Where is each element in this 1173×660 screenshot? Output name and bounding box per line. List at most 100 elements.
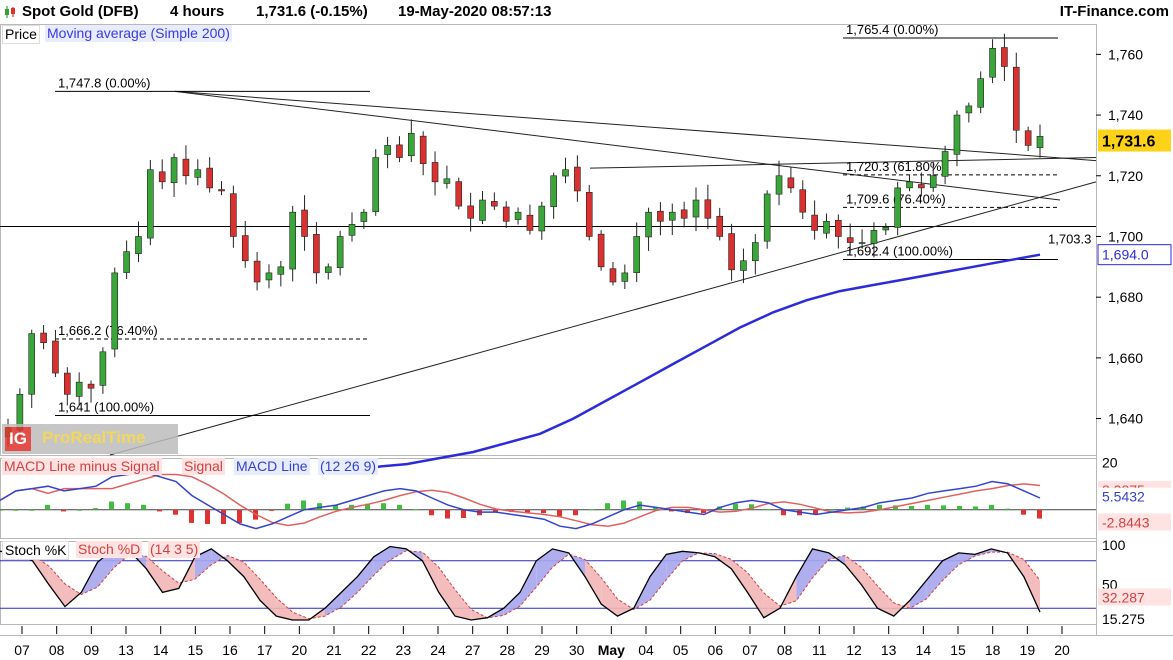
date-tick-label: 17 [257, 642, 273, 658]
stoch-params: (14 3 5) [148, 541, 201, 558]
stoch-fill [666, 551, 683, 580]
date-tick-label: 18 [985, 642, 1001, 658]
date-tick-label: 11 [812, 642, 827, 658]
candle-up [752, 242, 759, 262]
macd-hist-bar-pos [605, 503, 610, 510]
date-tick-label: 19 [1020, 642, 1036, 658]
timeframe-label: 4 hours [170, 3, 225, 20]
stoch-fill [650, 554, 667, 601]
candle-up [633, 236, 640, 273]
candle-down [431, 162, 439, 183]
stoch-tick-label: 100 [1102, 537, 1126, 553]
macd-hist-bar-pos [989, 504, 994, 510]
candle-down [574, 166, 581, 192]
macd-hist-bar-pos [957, 505, 962, 510]
candle-up [989, 47, 996, 78]
macd-hist-bar-neg [221, 509, 226, 525]
candle-up [941, 151, 949, 177]
stoch-fill [1023, 559, 1040, 613]
macd-hist-value: -2.8443 [1102, 514, 1150, 530]
date-tick-label: 08 [49, 642, 65, 658]
macd-hist-bar-pos [909, 505, 914, 510]
candle-up [384, 145, 391, 155]
date-tick-label: 05 [673, 642, 689, 658]
date-tick-label: 16 [222, 642, 238, 658]
stoch-fill [260, 579, 277, 617]
date-tick-label: 15 [950, 642, 966, 658]
macd-signal-legend[interactable]: Signal [182, 458, 225, 475]
date-tick-label: 24 [430, 642, 446, 658]
prorealtime-logo: IG ProRealTime [2, 424, 178, 454]
pennant-top-line [589, 157, 1097, 169]
price-tick-label: 1,720 [1108, 168, 1143, 184]
candle-up [111, 272, 119, 350]
stoch-fill [796, 548, 813, 601]
stoch-k-legend[interactable]: Stoch %K [2, 541, 70, 560]
date-tick-label: 28 [500, 642, 516, 658]
price-tick-label: 1,660 [1108, 350, 1143, 366]
date-tick-label: 21 [326, 642, 342, 658]
macd-line-legend[interactable]: MACD Line [234, 458, 310, 475]
date-tick-label: May [598, 642, 625, 658]
candle-down [467, 205, 474, 219]
price-tick-label: 1,680 [1108, 289, 1143, 305]
stoch-fill [341, 576, 358, 607]
candle-up [289, 211, 296, 270]
candle-down [835, 220, 842, 237]
candle-up [882, 227, 890, 231]
fib-level-label: 1,747.8 (0.00%) [58, 75, 151, 90]
candle-down [230, 193, 237, 237]
candle-up [479, 199, 486, 221]
candle-up [75, 381, 83, 397]
candle-up [408, 132, 415, 157]
fib-level-label: 1,720.3 (61.80%) [846, 159, 946, 174]
candle-down [241, 235, 249, 262]
macd-hist-bar-pos [413, 509, 418, 511]
candle-down [455, 181, 463, 207]
candle-up [28, 333, 36, 395]
macd-line-value: 5.5432 [1102, 489, 1145, 505]
date-tick-label: 04 [638, 642, 654, 658]
candle-down [313, 233, 320, 274]
stoch-fill [48, 566, 65, 607]
candle-up [194, 169, 202, 178]
candle-down [218, 189, 225, 192]
macd-hist-legend[interactable]: MACD Line minus Signal [2, 458, 162, 475]
date-tick-label: 27 [465, 642, 481, 658]
stoch-d-legend[interactable]: Stoch %D [76, 541, 143, 558]
price-tick-label: 1,760 [1108, 46, 1143, 62]
candle-down [491, 201, 498, 207]
chart-canvas[interactable]: 1,640 1,660 1,680 1,700 1,720 1,740 1,760 1,747… [0, 0, 1173, 660]
stoch-fill [731, 559, 748, 593]
macd-hist-bar-neg [573, 509, 578, 516]
candle-up [763, 193, 771, 242]
macd-hist-bar-pos [29, 509, 34, 511]
macd-hist-bar-neg [237, 509, 242, 523]
price-legend[interactable]: Price [2, 25, 40, 44]
candle-up [324, 266, 332, 273]
candle-up [562, 169, 569, 177]
candle-up [360, 211, 368, 222]
date-tick-label: 13 [118, 642, 134, 658]
macd-hist-bar-neg [205, 509, 210, 525]
macd-params: (12 26 9) [318, 458, 379, 475]
ma-legend[interactable]: Moving average (Simple 200) [45, 25, 232, 42]
symbol-title: Spot Gold (DFB) [22, 3, 139, 20]
quote-label: 1,731.6 (-0.15%) [256, 3, 368, 20]
candle-up [336, 236, 344, 268]
price-tick-label: 1,700 [1108, 228, 1143, 244]
date-tick-label: 20 [292, 642, 308, 658]
candle-down [716, 215, 724, 237]
date-tick-label: 22 [361, 642, 377, 658]
chart-header: Spot Gold (DFB) 4 hours 1,731.6 (-0.15%)… [0, 0, 1173, 24]
macd-hist-bar-pos [301, 500, 306, 510]
macd-hist-bar-pos [109, 501, 114, 510]
source-label: IT-Finance.com [1059, 3, 1169, 20]
macd-hist-bar-neg [269, 509, 274, 511]
candle-down [64, 372, 71, 395]
macd-hist-bar-pos [141, 504, 146, 510]
macd-hist-bar-neg [461, 509, 466, 518]
candle-down [40, 332, 47, 343]
candle-up [645, 211, 652, 238]
candle-down [657, 210, 664, 222]
